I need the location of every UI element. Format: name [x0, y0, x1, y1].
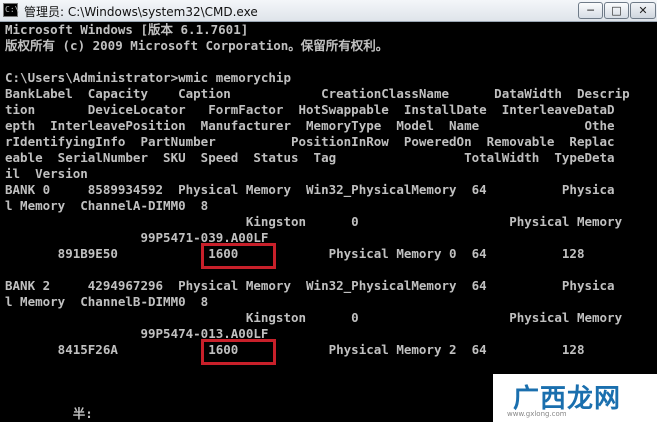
console-output[interactable]: Microsoft Windows [版本 6.1.7601] 版权所有 (c)…	[5, 22, 655, 422]
maximize-button[interactable]: □	[604, 2, 629, 19]
maximize-icon: □	[611, 4, 622, 17]
console-line: BankLabel Capacity Caption CreationClass…	[5, 86, 630, 101]
minimize-button[interactable]: ─	[578, 2, 603, 19]
console-line: 半:	[5, 406, 93, 421]
console-line: l Memory ChannelB-DIMM0 8	[5, 294, 209, 309]
minimize-icon: ─	[587, 4, 594, 17]
console-line: BANK 2 4294967296 Physical Memory Win32_…	[5, 278, 615, 293]
console-line: l Memory ChannelA-DIMM0 8	[5, 198, 209, 213]
console-line: rIdentifyingInfo PartNumber PositionInRo…	[5, 134, 615, 149]
console-line: 891B9E50 1600 Physical Memory 0 64 128	[5, 246, 585, 261]
cmd-icon[interactable]: C:\	[3, 3, 19, 17]
window-title: 管理员: C:\Windows\system32\CMD.exe	[24, 5, 258, 19]
console-line: Kingston 0 Physical Memory	[5, 310, 623, 325]
console-line: epth InterleavePosition Manufacturer Mem…	[5, 118, 615, 133]
watermark: 广西龙网 www.gxlong.com	[493, 374, 657, 422]
console-line: Kingston 0 Physical Memory	[5, 214, 623, 229]
close-icon: ✕	[638, 4, 648, 17]
console-line: 版权所有 (c) 2009 Microsoft Corporation。保留所有…	[5, 38, 389, 53]
speed-highlight-box	[201, 243, 276, 269]
title-bar: C:\ 管理员: C:\Windows\system32\CMD.exe ─ □…	[0, 0, 657, 22]
console-line: 8415F26A 1600 Physical Memory 2 64 128	[5, 342, 585, 357]
console-line: BANK 0 8589934592 Physical Memory Win32_…	[5, 182, 615, 197]
speed-highlight-box	[201, 339, 276, 365]
console-line: C:\Users\Administrator>wmic memorychip	[5, 70, 291, 85]
console-line: tion DeviceLocator FormFactor HotSwappab…	[5, 102, 615, 117]
close-button[interactable]: ✕	[630, 2, 656, 19]
console-line: Microsoft Windows [版本 6.1.7601]	[5, 22, 249, 37]
console-line: eable SerialNumber SKU Speed Status Tag …	[5, 150, 615, 165]
watermark-url: www.gxlong.com	[507, 410, 567, 418]
console-line: il Version	[5, 166, 88, 181]
